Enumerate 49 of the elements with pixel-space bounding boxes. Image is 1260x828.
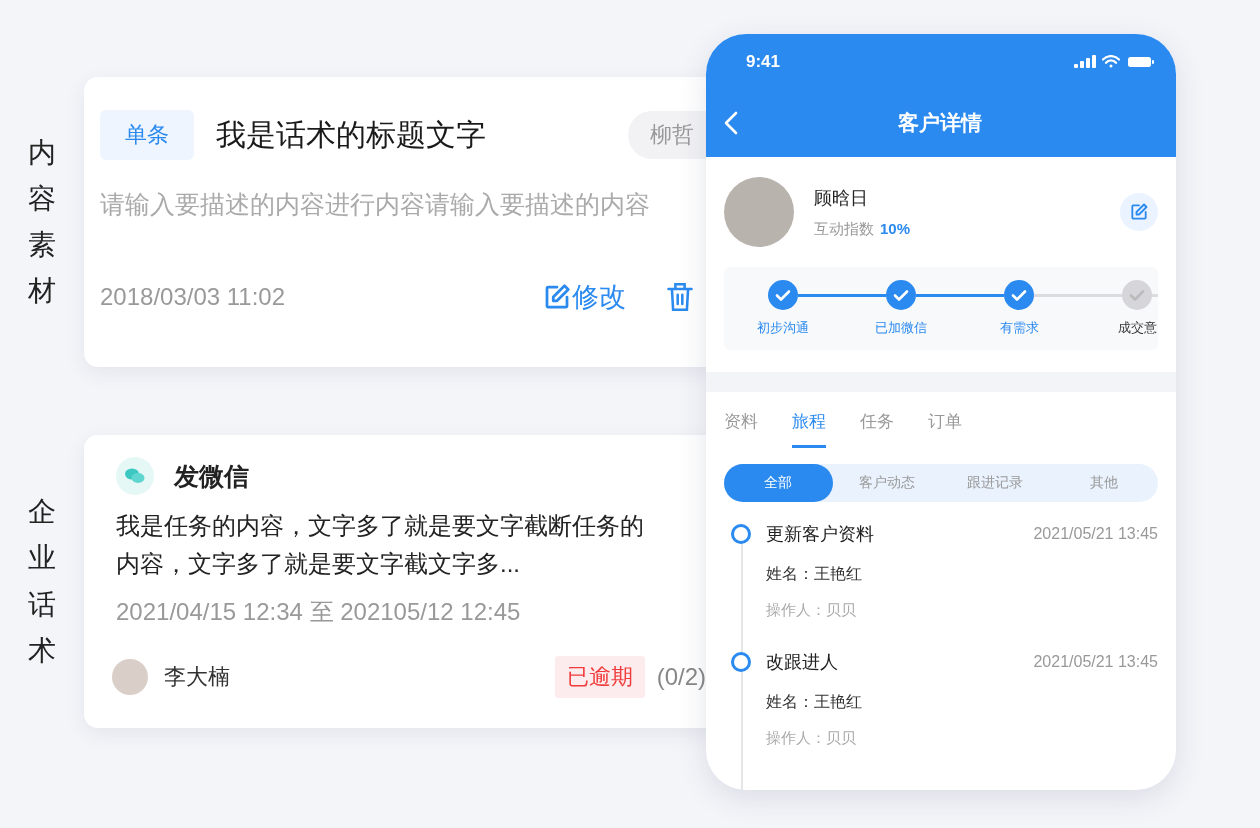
back-icon[interactable] (724, 111, 738, 135)
index-value: 10% (880, 219, 911, 237)
tab[interactable]: 订单 (928, 410, 962, 448)
stage-label: 成交意 (1117, 319, 1157, 337)
task-period: 2021/04/15 12:34 至 202105/12 12:45 (116, 596, 522, 627)
stage-label: 初步沟通 (757, 319, 809, 337)
stage-label: 有需求 (999, 319, 1039, 337)
event-title: 更新客户资料 (766, 523, 875, 546)
status-badge: 已逾期 (554, 655, 645, 698)
edit-button[interactable] (1120, 193, 1158, 231)
event-detail: 姓名：王艳红 (766, 564, 863, 584)
script-description: 请输入要描述的内容进行内容请输入要描述的内容 (100, 189, 651, 220)
filter-chip[interactable]: 跟进记录 (941, 464, 1050, 502)
battery-icon (1128, 55, 1154, 68)
task-title: 发微信 (174, 460, 249, 492)
section-label: 企业话术 (28, 495, 56, 668)
event-time: 2021/05/21 13:45 (1033, 653, 1158, 671)
trash-icon[interactable] (666, 282, 694, 312)
page-title: 客户详情 (897, 110, 983, 136)
edit-button[interactable]: 修改 (572, 279, 626, 315)
assignee-name: 李大楠 (164, 662, 231, 691)
avatar (112, 658, 148, 695)
filter-chip[interactable]: 全部 (724, 464, 833, 502)
type-tag: 单条 (100, 110, 194, 160)
filter-chip[interactable]: 其他 (1049, 464, 1158, 502)
progress-count: (0/2) (656, 662, 706, 691)
index-label: 互动指数 (814, 219, 874, 237)
status-time: 9:41 (746, 51, 782, 72)
script-title: 我是话术的标题文字 (216, 116, 487, 153)
tab[interactable]: 旅程 (792, 410, 826, 448)
filter-chip[interactable]: 客户动态 (832, 464, 941, 502)
tab[interactable]: 任务 (860, 410, 894, 448)
event-operator: 操作人：贝贝 (766, 729, 857, 748)
chat-icon (116, 457, 154, 495)
wifi-icon (1102, 55, 1120, 68)
stage-label: 已加微信 (875, 319, 927, 337)
section-label: 内容素材 (28, 135, 56, 309)
script-date: 2018/03/03 11:02 (100, 283, 287, 311)
timeline-dot-icon (730, 651, 752, 673)
timeline-dot-icon (730, 523, 752, 545)
signal-icon (1074, 55, 1096, 68)
task-content: 我是任务的内容，文字多了就是要文字截断任务的内容，文字多了就是要文字截文字多... (116, 511, 645, 580)
tab[interactable]: 资料 (724, 410, 758, 448)
event-detail: 姓名：王艳红 (766, 692, 863, 712)
customer-name: 顾晗日 (814, 186, 869, 210)
edit-icon (1129, 202, 1149, 222)
event-title: 改跟进人 (766, 651, 839, 674)
event-time: 2021/05/21 13:45 (1033, 525, 1158, 543)
event-operator: 操作人：贝贝 (766, 601, 857, 620)
